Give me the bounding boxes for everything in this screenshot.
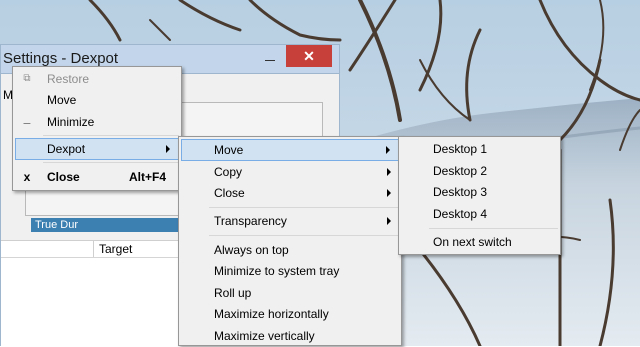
column-header-target[interactable]: Target — [99, 242, 132, 256]
menu-item-dexpot[interactable]: Dexpot — [15, 138, 179, 160]
system-menu: ⧉ Restore Move _ Minimize Dexpot x Close… — [12, 66, 182, 191]
minimize-icon[interactable] — [262, 49, 278, 65]
minimize-icon: _ — [23, 111, 31, 125]
submenu-arrow-icon — [387, 168, 391, 176]
move-submenu: Desktop 1 Desktop 2 Desktop 3 Desktop 4 … — [398, 136, 561, 255]
dexpot-menu-item-minimize-to-tray[interactable]: Minimize to system tray — [181, 260, 399, 282]
window-title: Settings - Dexpot — [3, 50, 119, 67]
submenu-arrow-icon — [387, 217, 391, 225]
menu-separator — [43, 135, 179, 136]
restore-icon: ⧉ — [23, 73, 31, 84]
dexpot-menu-item-roll-up[interactable]: Roll up — [181, 282, 399, 304]
menu-separator — [209, 207, 399, 208]
window-close-button[interactable]: ✕ — [286, 45, 332, 67]
submenu-arrow-icon — [166, 145, 170, 153]
move-menu-item-desktop-3[interactable]: Desktop 3 — [401, 181, 558, 203]
submenu-arrow-icon — [386, 146, 390, 154]
dexpot-menu-item-always-on-top[interactable]: Always on top — [181, 239, 399, 261]
dexpot-submenu: Move Copy Close Transparency Always on t… — [178, 136, 402, 346]
menu-separator — [429, 228, 558, 229]
dexpot-menu-item-transparency[interactable]: Transparency — [181, 210, 399, 232]
selected-list-row[interactable]: True Dur — [31, 218, 181, 232]
menu-item-close[interactable]: x Close Alt+F4 — [15, 166, 179, 188]
dexpot-menu-item-maximize-horizontally[interactable]: Maximize horizontally — [181, 303, 399, 325]
move-menu-item-desktop-4[interactable]: Desktop 4 — [401, 203, 558, 225]
move-menu-item-desktop-2[interactable]: Desktop 2 — [401, 160, 558, 182]
dexpot-menu-item-maximize-vertically[interactable]: Maximize vertically — [181, 325, 399, 347]
menu-item-minimize[interactable]: _ Minimize — [15, 111, 179, 133]
menu-separator — [209, 235, 399, 236]
shortcut-label: Alt+F4 — [129, 170, 167, 184]
dexpot-menu-item-close[interactable]: Close — [181, 182, 399, 204]
menu-separator — [43, 162, 179, 163]
close-x-icon: x — [23, 170, 31, 184]
menu-item-move[interactable]: Move — [15, 89, 179, 111]
dexpot-menu-item-move[interactable]: Move — [181, 139, 399, 161]
move-menu-item-on-next-switch[interactable]: On next switch — [401, 231, 558, 253]
submenu-arrow-icon — [387, 189, 391, 197]
column-separator[interactable] — [93, 241, 94, 257]
menu-item-restore[interactable]: ⧉ Restore — [15, 68, 179, 90]
move-menu-item-desktop-1[interactable]: Desktop 1 — [401, 138, 558, 160]
dexpot-menu-item-copy[interactable]: Copy — [181, 161, 399, 183]
